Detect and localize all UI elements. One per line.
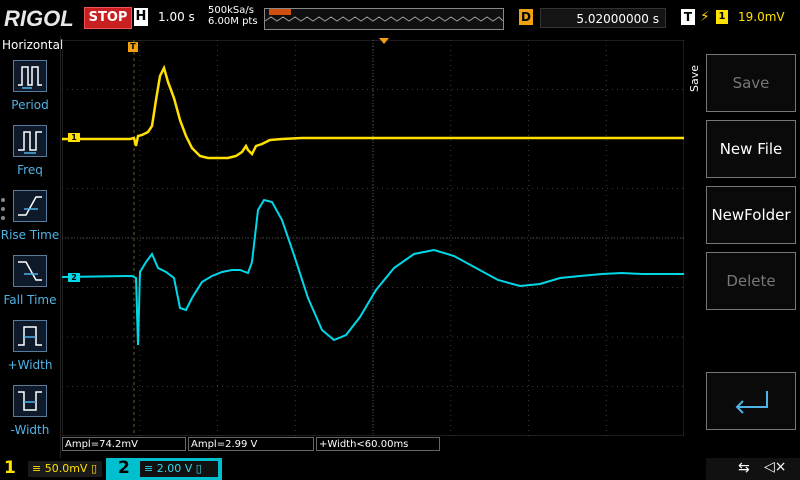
ch2-level-marker[interactable]: 2 (68, 273, 80, 282)
measure-item-label: Period (11, 98, 49, 112)
trigger-badge: T (681, 9, 695, 25)
save-button[interactable]: Save (706, 54, 796, 112)
sample-rate: 500kSa/s (208, 5, 254, 16)
fall-time-icon (13, 255, 47, 287)
save-menu-tab: Save (688, 64, 701, 92)
negative-width-icon (13, 385, 47, 417)
measure-item-label: Freq (17, 163, 43, 177)
trigger-source: 1 (716, 10, 728, 24)
system-icons-area: ⇆ ◁× (706, 458, 800, 480)
ch1-level-marker[interactable]: 1 (68, 133, 80, 142)
positive-width-icon (13, 320, 47, 352)
measurement-positive-width: +Width<60.00ms (316, 437, 440, 451)
center-time-marker-icon (379, 38, 389, 44)
enter-button[interactable] (706, 372, 796, 430)
measure-item-label: +Width (7, 358, 53, 372)
usb-icon: ⇆ (738, 460, 750, 476)
trigger-level[interactable]: 19.0mV (738, 10, 785, 24)
new-file-button[interactable]: New File (706, 120, 796, 178)
memory-overview[interactable] (264, 8, 504, 30)
brand-logo: RIGOL (4, 6, 74, 31)
measure-item-label: Fall Time (3, 293, 57, 307)
ch1-scale: 50.0mV (44, 462, 88, 475)
ch2-number[interactable]: 2 (118, 458, 130, 478)
ch1-probe-icon: ▯ (90, 462, 98, 475)
ch2-scale-box[interactable]: ≡ 2.00 V ▯ (140, 461, 218, 477)
trigger-position-icon[interactable]: T (128, 42, 138, 52)
measure-item-label: Rise Time (0, 228, 60, 242)
ch2-scale: 2.00 V (156, 462, 193, 475)
measurement-ch2-ampl: Ampl=2.99 V (188, 437, 314, 451)
run-stop-status[interactable]: STOP (84, 7, 132, 29)
rising-edge-icon: ⚡ (700, 9, 710, 25)
waveform-display[interactable]: 1 (61, 39, 685, 437)
ch1-number[interactable]: 1 (4, 458, 16, 478)
rise-time-icon (13, 190, 47, 222)
waveform-svg: 1 (61, 39, 685, 437)
memory-depth: 6.00M pts (208, 16, 258, 27)
freq-icon (13, 125, 47, 157)
period-icon (13, 60, 47, 92)
ch2-probe-icon: ▯ (195, 462, 202, 475)
ch1-scale-box[interactable]: ≡ 50.0mV ▯ (28, 461, 102, 477)
new-folder-button[interactable]: NewFolder (706, 186, 796, 244)
dc-coupling-icon: ≡ (144, 462, 154, 475)
delay-value[interactable]: 5.02000000 s (540, 8, 666, 28)
delete-button[interactable]: Delete (706, 252, 796, 310)
horizontal-badge: H (134, 8, 148, 26)
measurement-ch1-ampl: Ampl=74.2mV (62, 437, 186, 451)
measure-item-label: -Width (10, 423, 50, 437)
delay-badge: D (519, 9, 533, 25)
page-dots (1, 198, 7, 225)
dc-coupling-icon: ≡ (32, 462, 42, 475)
trigger-position-marker (269, 9, 291, 15)
timebase-value[interactable]: 1.00 s (158, 10, 195, 24)
memory-waveform-overview (264, 9, 504, 22)
ch1-marker-text: 1 (70, 175, 76, 185)
menu-title: Horizontal (2, 38, 64, 52)
speaker-muted-icon[interactable]: ◁× (764, 459, 787, 475)
acquisition-info: 500kSa/s 6.00M pts (208, 5, 258, 27)
enter-icon (735, 391, 768, 414)
